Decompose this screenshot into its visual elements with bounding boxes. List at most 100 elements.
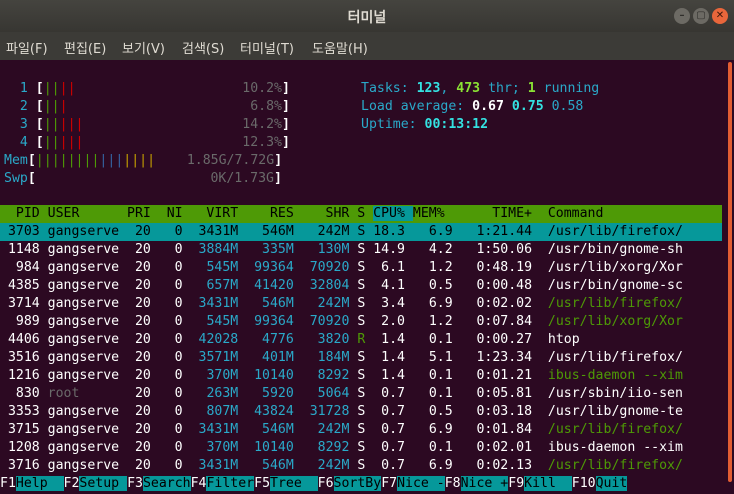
fkey-label[interactable]: Tree xyxy=(270,476,318,491)
state: S xyxy=(349,296,366,311)
virt: 545M xyxy=(190,260,239,275)
title-bar[interactable]: 터미널 – ▢ ✕ xyxy=(0,0,734,32)
running-label: running xyxy=(535,81,600,96)
meter-gap xyxy=(36,171,211,186)
pri-ni: 20 0 xyxy=(119,296,191,311)
table-header[interactable]: PID USER PRI NI VIRT RES SHR S CPU% MEM%… xyxy=(0,205,722,223)
menu-terminal[interactable]: 터미널(T) xyxy=(240,38,294,57)
user: gangserve xyxy=(47,278,120,293)
pri-ni: 20 0 xyxy=(119,422,191,437)
uptime-value: 00:13:12 xyxy=(424,117,489,132)
fkey-label[interactable]: Quit xyxy=(595,476,628,491)
table-row[interactable]: 4406 gangserve 20 0 42028 4776 3820 R 1.… xyxy=(0,331,722,349)
fkey-f2[interactable]: F2 xyxy=(63,476,80,491)
uptime-label: Uptime: xyxy=(361,117,425,132)
table-row[interactable]: 1208 gangserve 20 0 370M 10140 8292 S 0.… xyxy=(0,439,722,457)
fkey-label[interactable]: Nice - xyxy=(397,476,445,491)
threads-count: 473 xyxy=(456,81,481,96)
table-row[interactable]: 3353 gangserve 20 0 807M 43824 31728 S 0… xyxy=(0,403,722,421)
menu-view[interactable]: 보기(V) xyxy=(122,38,165,57)
virt: 3884M xyxy=(190,242,239,257)
pid: 1208 xyxy=(0,440,48,455)
fkey-label[interactable]: SortBy xyxy=(333,476,382,491)
fkey-f9[interactable]: F9 xyxy=(508,476,525,491)
load-label: Load average: xyxy=(361,99,473,114)
state: S xyxy=(349,386,366,401)
table-row[interactable]: 3714 gangserve 20 0 3431M 546M 242M S 3.… xyxy=(0,295,722,313)
virt: 545M xyxy=(190,314,239,329)
table-row[interactable]: 3715 gangserve 20 0 3431M 546M 242M S 0.… xyxy=(0,421,722,439)
menu-edit[interactable]: 편집(E) xyxy=(64,38,106,57)
table-row[interactable]: 3716 gangserve 20 0 3431M 546M 242M S 0.… xyxy=(0,457,722,475)
pri-ni: 20 0 xyxy=(119,260,191,275)
pid: 989 xyxy=(0,314,48,329)
menu-bar: 파일(F) 편집(E) 보기(V) 검색(S) 터미널(T) 도움말(H) xyxy=(0,32,734,60)
state: R xyxy=(349,332,366,347)
fkey-f8[interactable]: F8 xyxy=(444,476,461,491)
menu-file[interactable]: 파일(F) xyxy=(6,38,48,57)
user: gangserve xyxy=(47,404,120,419)
command: /usr/bin/gnome-sh xyxy=(547,242,683,257)
pid: 1216 xyxy=(0,368,48,383)
fkey-label[interactable]: Kill xyxy=(524,476,572,491)
fkey-label[interactable]: Search xyxy=(142,476,191,491)
fkey-f1[interactable]: F1 xyxy=(0,476,16,491)
cpu-label: 3 xyxy=(4,117,36,132)
fkey-label[interactable]: Nice + xyxy=(460,476,509,491)
cpu-label: 2 xyxy=(4,99,36,114)
state: S xyxy=(349,224,366,239)
table-row[interactable]: 3703 gangserve 20 0 3431M 546M 242M S 18… xyxy=(0,223,722,241)
maximize-button[interactable]: ▢ xyxy=(693,8,709,24)
terminal-area[interactable]: 1 [|||| 10.2%] 2 [||| 6.8%] 3 [||||| 14.… xyxy=(0,60,726,494)
menu-help[interactable]: 도움말(H) xyxy=(312,38,368,57)
virt: 370M xyxy=(190,368,239,383)
cpu-label: 4 xyxy=(4,135,36,150)
shr: 70920 xyxy=(301,260,350,275)
table-row[interactable]: 4385 gangserve 20 0 657M 41420 32804 S 4… xyxy=(0,277,722,295)
table-row[interactable]: 1216 gangserve 20 0 370M 10140 8292 S 1.… xyxy=(0,367,722,385)
fkey-label[interactable]: Setup xyxy=(79,476,128,491)
pri-ni: 20 0 xyxy=(119,350,191,365)
table-row[interactable]: 3516 gangserve 20 0 3571M 401M 184M S 1.… xyxy=(0,349,722,367)
meter-bracket: [ xyxy=(27,153,36,168)
pri-ni: 20 0 xyxy=(119,404,191,419)
fkey-f10[interactable]: F10 xyxy=(571,476,596,491)
fkey-f6[interactable]: F6 xyxy=(317,476,334,491)
cpu-meter-2: 2 [||| 6.8%] xyxy=(4,98,290,116)
menu-search[interactable]: 검색(S) xyxy=(182,38,224,57)
scrollbar[interactable] xyxy=(726,60,734,494)
shr: 3820 xyxy=(301,332,350,347)
close-button[interactable]: ✕ xyxy=(712,8,728,24)
fkey-f4[interactable]: F4 xyxy=(190,476,207,491)
cpu-meter-1: 1 [|||| 10.2%] xyxy=(4,80,290,98)
command: /usr/lib/firefox/ xyxy=(547,350,683,365)
table-row[interactable]: 1148 gangserve 20 0 3884M 335M 130M S 14… xyxy=(0,241,722,259)
table-row[interactable]: 989 gangserve 20 0 545M 99364 70920 S 2.… xyxy=(0,313,722,331)
fkey-label[interactable]: Help xyxy=(15,476,64,491)
pid: 3516 xyxy=(0,350,48,365)
table-row[interactable]: 830 root 20 0 263M 5920 5064 S 0.7 0.1 0… xyxy=(0,385,722,403)
command: /usr/bin/gnome-sc xyxy=(547,278,683,293)
cpu-meter-4: 4 [||||| 12.3%] xyxy=(4,134,290,152)
virt: 3431M xyxy=(190,296,239,311)
table-row[interactable]: 984 gangserve 20 0 545M 99364 70920 S 6.… xyxy=(0,259,722,277)
meter-bracket: ] xyxy=(281,99,290,114)
fkey-label[interactable]: Filter xyxy=(206,476,255,491)
header-cpu-sorted[interactable]: CPU% xyxy=(373,206,413,221)
fkey-f3[interactable]: F3 xyxy=(127,476,143,491)
fkey-f5[interactable]: F5 xyxy=(254,476,271,491)
fkey-f7[interactable]: F7 xyxy=(381,476,398,491)
cpu-mem-time: 0.7 0.5 0:03.18 xyxy=(365,404,548,419)
meter-bracket: ] xyxy=(281,135,290,150)
state: S xyxy=(349,350,366,365)
scrollbar-thumb[interactable] xyxy=(728,62,732,482)
pri-ni: 20 0 xyxy=(119,386,191,401)
pid: 4385 xyxy=(0,278,48,293)
minimize-button[interactable]: – xyxy=(674,8,690,24)
